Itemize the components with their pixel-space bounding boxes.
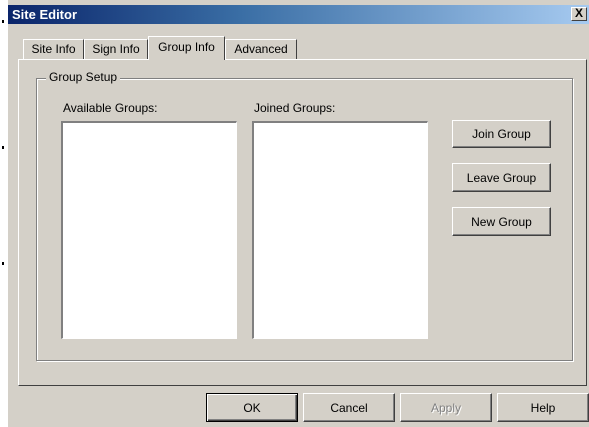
window-left-edge [0,0,8,427]
leave-group-button[interactable]: Leave Group [452,163,551,192]
site-editor-window: Site Editor X Site Info Sign Info Group … [0,0,589,427]
available-groups-list[interactable] [61,121,237,339]
available-groups-label: Available Groups: [63,101,158,115]
help-button[interactable]: Help [497,393,589,422]
apply-button[interactable]: Apply [400,393,492,422]
tab-sign-info[interactable]: Sign Info [84,39,148,59]
title-bar[interactable]: Site Editor X [8,5,589,24]
ok-button[interactable]: OK [206,393,298,422]
cancel-button[interactable]: Cancel [303,393,395,422]
tab-advanced[interactable]: Advanced [225,39,297,59]
new-group-button[interactable]: New Group [452,207,551,236]
tab-label: Site Info [31,42,76,56]
tab-group-info[interactable]: Group Info [148,36,225,60]
edge-marker [2,262,4,265]
close-button[interactable]: X [571,7,587,21]
tab-label: Advanced [234,42,288,56]
tab-label: Group Info [158,40,215,54]
edge-marker [2,20,4,23]
joined-groups-list[interactable] [252,121,428,339]
window-title: Site Editor [12,7,78,22]
tab-label: Sign Info [92,42,140,56]
group-setup-legend: Group Setup [46,70,121,84]
edge-marker [2,146,4,149]
close-icon: X [574,6,583,20]
joined-groups-label: Joined Groups: [254,101,336,115]
join-group-button[interactable]: Join Group [452,120,551,148]
tab-site-info[interactable]: Site Info [23,39,84,59]
